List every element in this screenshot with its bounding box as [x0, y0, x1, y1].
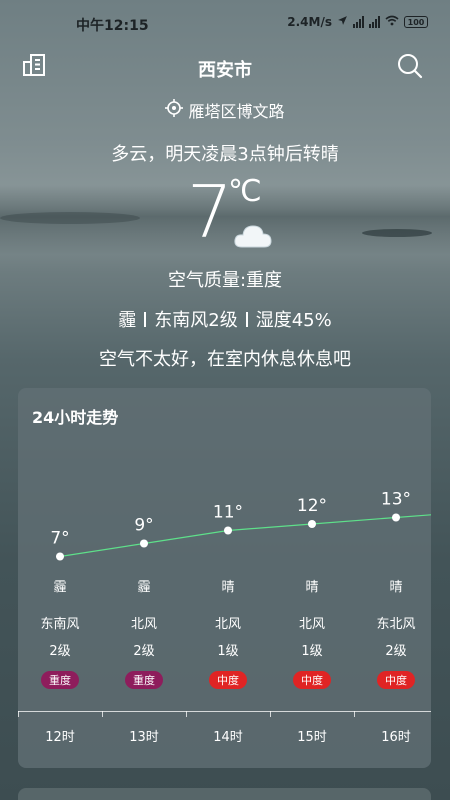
- hour-time-label: 16时: [381, 730, 411, 745]
- wifi-icon: [385, 15, 399, 29]
- aqi-badge: 重度: [41, 671, 79, 689]
- aqi-badge: 中度: [209, 671, 247, 689]
- advice-text: 空气不太好，在室内休息休息吧: [99, 349, 351, 370]
- humidity-label: 湿度45%: [255, 310, 332, 331]
- temperature-label: 11°: [213, 503, 243, 523]
- battery-icon: 100: [404, 16, 428, 28]
- signal-2-icon: [369, 16, 380, 28]
- hour-aqi-wrap: 中度: [354, 669, 431, 689]
- wind-label: 东南风2级: [154, 310, 238, 331]
- hour-wind-level: 1级: [301, 644, 323, 659]
- aqi-badge: 重度: [125, 671, 163, 689]
- temperature-point: [224, 526, 232, 535]
- status-time: 中午12:15: [76, 18, 149, 34]
- hourly-forecast-card[interactable]: 24小时走势 7° 9° 11° 12° 13° 霾东南风 2级重度 12时 霾北风 2级重度 1…: [18, 388, 431, 768]
- axis-tick: [18, 711, 19, 717]
- network-speed: 2.4M/s: [287, 15, 332, 29]
- locate-icon: [165, 99, 184, 121]
- status-icons: 2.4M/s 100: [287, 15, 428, 29]
- hour-wind-level: 2级: [385, 644, 407, 659]
- hour-time-label: 15时: [297, 730, 327, 745]
- hour-aqi-wrap: 重度: [102, 669, 186, 689]
- hour-wind-level: 1级: [217, 644, 239, 659]
- search-icon[interactable]: [396, 52, 424, 84]
- temperature-label: 9°: [134, 516, 153, 536]
- air-quality: 空气质量:重度: [167, 270, 283, 291]
- temperature-label: 12°: [297, 496, 327, 516]
- signal-icon: [353, 16, 364, 28]
- hour-wind-direction: 东南风: [40, 617, 80, 632]
- aqi-badge: 中度: [293, 671, 331, 689]
- location-row[interactable]: 雁塔区博文路: [0, 98, 450, 122]
- temperature-unit: ℃: [228, 174, 262, 209]
- hour-condition: 晴: [221, 580, 235, 595]
- axis-tick: [102, 711, 103, 717]
- cloud-icon: [233, 220, 273, 254]
- separator: [245, 312, 248, 327]
- temperature-point: [56, 552, 64, 561]
- aqi-badge: 中度: [377, 671, 415, 689]
- axis-tick: [186, 711, 187, 717]
- temperature-point: [392, 513, 400, 522]
- hour-condition: 晴: [389, 580, 403, 595]
- location-label: 雁塔区博文路: [188, 102, 285, 121]
- axis-tick: [270, 711, 271, 717]
- weather-details: 霾东南风2级 湿度45%: [0, 306, 450, 332]
- temperature-point: [140, 539, 148, 548]
- separator: [144, 312, 147, 327]
- condition-label: 霾: [118, 310, 137, 331]
- hour-wind-level: 2级: [49, 644, 71, 659]
- background-shore: [0, 212, 140, 224]
- location-arrow-icon: [337, 15, 348, 29]
- hour-wind-direction: 北风: [298, 617, 325, 632]
- city-title: 西安市: [198, 60, 252, 81]
- status-bar: 中午12:15 2.4M/s 100: [0, 0, 450, 52]
- temperature-trend-chart: 7° 9° 11° 12° 13°: [50, 490, 431, 561]
- hour-wind-level: 2级: [133, 644, 155, 659]
- hour-aqi-wrap: 中度: [270, 669, 354, 689]
- hour-time-label: 13时: [129, 730, 159, 745]
- temperature-trend-line: [59, 514, 431, 558]
- hour-time-label: 14时: [213, 730, 243, 745]
- temperature-point: [308, 520, 316, 528]
- hour-condition: 晴: [305, 580, 319, 595]
- current-temperature: 7: [187, 170, 233, 254]
- hour-aqi-wrap: 中度: [186, 669, 270, 689]
- temperature-label: 13°: [381, 490, 411, 510]
- hour-condition: 霾: [137, 580, 151, 595]
- next-card[interactable]: [18, 788, 431, 800]
- background-islet: [362, 229, 432, 237]
- hour-aqi-wrap: 重度: [18, 669, 102, 689]
- hour-time-label: 12时: [45, 730, 75, 745]
- forecast-description: 多云，明天凌晨3点钟后转晴: [111, 144, 339, 165]
- hour-condition: 霾: [53, 580, 67, 595]
- axis-tick: [354, 711, 355, 717]
- temperature-label: 7°: [50, 529, 69, 549]
- hour-wind-direction: 北风: [214, 617, 241, 632]
- time-axis: [18, 711, 431, 712]
- hour-wind-direction: 北风: [130, 617, 157, 632]
- hour-wind-direction: 东北风: [376, 617, 416, 632]
- hourly-forecast-title: 24小时走势: [32, 408, 119, 427]
